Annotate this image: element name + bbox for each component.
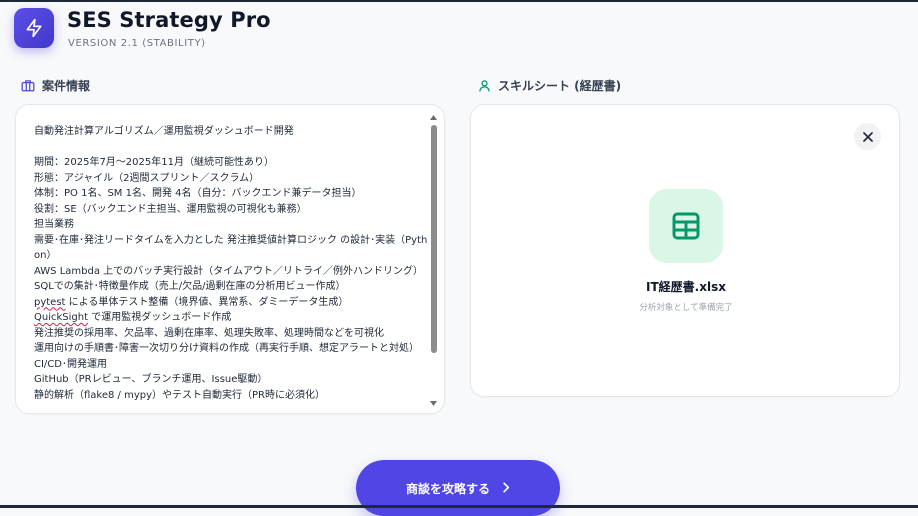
window-top-border (0, 0, 918, 2)
chevron-right-icon (503, 482, 510, 493)
spellcheck-underline: pytest (34, 296, 66, 308)
project-line: 役割：SE（バックエンド主担当、運用監視の可視化も兼務） (34, 203, 307, 215)
briefcase-icon (21, 80, 35, 92)
app-logo (14, 8, 54, 48)
project-line: 体制：PO 1名、SM 1名、開発 4名（自分：バックエンド兼データ担当） (34, 188, 362, 199)
project-line: 需要･在庫･発注リードタイムを入力とした 発注推奨値計算ロジック の設計･実装（… (34, 234, 428, 262)
scroll-down-arrow-icon[interactable] (429, 399, 438, 407)
skill-section-title: スキルシート (経歴書) (498, 79, 622, 93)
project-line-blank (34, 140, 430, 156)
skill-sheet-panel: IT経歴書.xlsx 分析対象として準備完了 (470, 104, 900, 397)
cta-label: 商談を攻略する (405, 482, 490, 496)
file-status: 分析対象として準備完了 (639, 303, 733, 313)
project-line: 形態：アジャイル（2週間スプリント／スクラム） (34, 172, 260, 184)
project-line: 期間：2025年7月～2025年11月（継続可能性あり） (34, 157, 274, 168)
spellcheck-underline: QuickSight (34, 312, 89, 323)
app-version: VERSION 2.1 (STABILITY) (68, 38, 206, 49)
project-info-textarea[interactable]: 自動発注計算アルゴリズム／運用監視ダッシュボード開発 期間：2025年7月～20… (15, 104, 445, 414)
remove-file-button[interactable] (854, 123, 881, 150)
project-line: SQLでの集計･特徴量作成（売上/欠品/過剰在庫の分析用ビュー作成） (34, 281, 346, 292)
spreadsheet-file-icon (649, 189, 723, 263)
project-line: CI/CD･開発運用 (34, 358, 107, 370)
project-line: 発注推奨の採用率、欠品率、過剰在庫率、処理失敗率、処理時間などを可視化 (34, 327, 384, 339)
user-icon (479, 80, 490, 92)
project-line: pytest による単体テスト整備（境界値、異常系、ダミーデータ生成） (34, 296, 349, 308)
close-icon (862, 131, 873, 142)
project-line: 担当業務 (34, 219, 74, 230)
project-section-label: 案件情報 (21, 77, 90, 94)
skill-section-label: スキルシート (経歴書) (478, 77, 621, 94)
textarea-scrollbar[interactable] (429, 113, 438, 407)
project-info-text[interactable]: 自動発注計算アルゴリズム／運用監視ダッシュボード開発 期間：2025年7月～20… (34, 124, 430, 408)
project-line: 自動発注計算アルゴリズム／運用監視ダッシュボード開発 (34, 126, 294, 137)
project-line: QuickSight で運用監視ダッシュボード作成 (34, 312, 232, 323)
project-line: 運用向けの手順書･障害一次切り分け資料の作成（再実行手順、想定アラートと対処） (34, 343, 419, 354)
file-name: IT経歴書.xlsx (646, 280, 726, 294)
scroll-up-arrow-icon[interactable] (429, 113, 438, 121)
scrollbar-thumb[interactable] (431, 125, 437, 353)
app-title: SES Strategy Pro (67, 8, 271, 32)
lightning-icon (26, 18, 42, 38)
project-line: GitHub（PRレビュー、ブランチ運用、Issue駆動） (34, 374, 268, 385)
project-line: 静的解析（flake8 / mypy）やテスト自動実行（PR時に必須化） (34, 389, 326, 401)
spreadsheet-icon (672, 212, 700, 240)
project-line: AWS Lambda 上でのバッチ実行設計（タイムアウト／リトライ／例外ハンドリ… (34, 265, 423, 277)
project-section-title: 案件情報 (42, 79, 91, 93)
